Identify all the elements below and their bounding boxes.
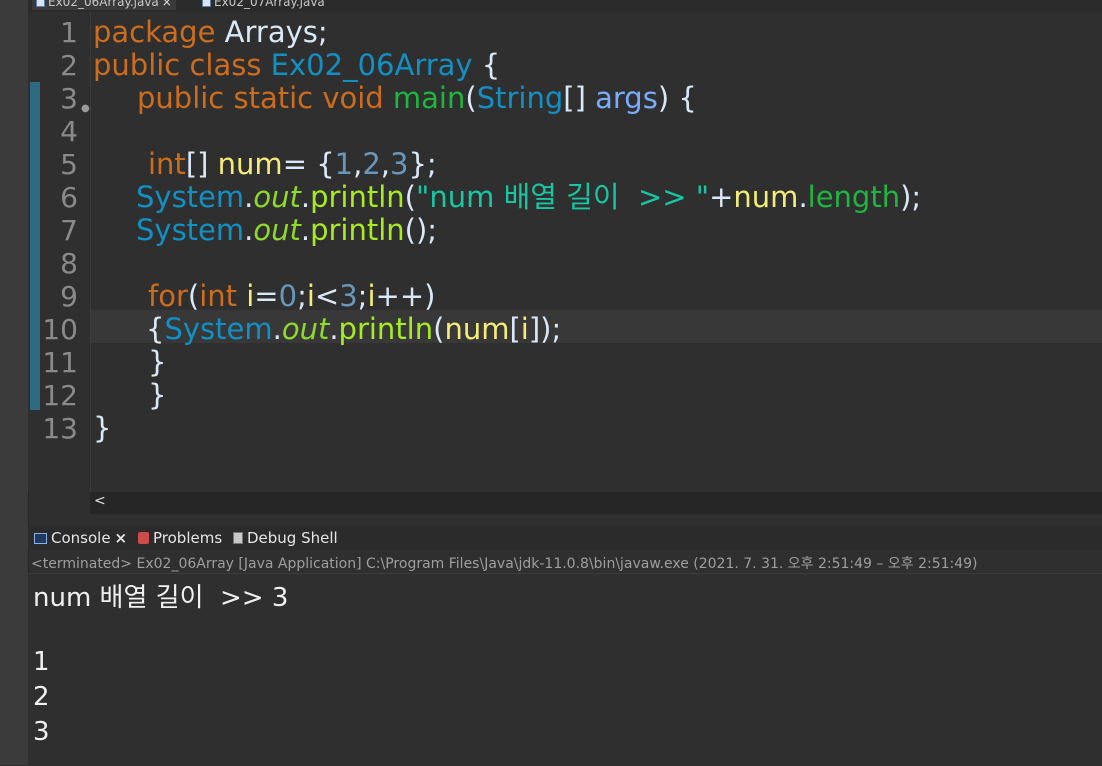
line-number: 10 — [42, 313, 78, 346]
code-editor[interactable]: 1 2 3 4 5 6 7 8 9 10 11 12 13 ● package … — [28, 12, 1102, 492]
line-number: 7 — [60, 214, 78, 247]
console-icon — [34, 532, 47, 544]
line-number-ruler: 1 2 3 4 5 6 7 8 9 10 11 12 13 ● — [28, 12, 91, 492]
console-output[interactable]: num 배열 길이 >> 3 1 2 3 — [28, 573, 1102, 766]
tab-debug-shell[interactable]: Debug Shell — [233, 526, 338, 550]
problems-icon — [138, 532, 149, 544]
code-line-3: public static void main(String[] args) { — [137, 81, 697, 115]
console-tab-bar: Console × Problems Debug Shell — [28, 526, 1102, 550]
console-status-line: <terminated> Ex02_06Array [Java Applicat… — [31, 556, 978, 572]
line-number: 9 — [60, 280, 78, 313]
code-line-2: public class Ex02_06Array { — [93, 48, 501, 82]
scroll-left-icon[interactable]: < — [94, 493, 106, 509]
code-line-12: } — [148, 378, 167, 412]
line-number: 13 — [42, 412, 78, 445]
debug-shell-icon — [233, 532, 243, 544]
line-number: 6 — [60, 181, 78, 214]
code-line-1: package Arrays; — [93, 15, 328, 49]
tab-console-label: Console — [51, 529, 111, 547]
close-icon[interactable]: × — [162, 0, 172, 9]
editor-tab-bar: Ex02_06Array.java × Ex02_07Array.java — [28, 0, 1102, 12]
console-output-line: 1 — [33, 647, 50, 677]
code-line-13: } — [93, 411, 112, 445]
close-icon[interactable]: × — [115, 529, 128, 547]
java-file-icon — [202, 0, 211, 7]
line-number: 8 — [60, 247, 78, 280]
line-number: 11 — [42, 346, 78, 379]
code-line-11: } — [148, 345, 167, 379]
horizontal-scrollbar[interactable]: < — [90, 492, 1102, 514]
fold-collapse-icon[interactable]: ● — [81, 103, 90, 114]
tab-problems-label: Problems — [153, 529, 223, 547]
console-output-line: 3 — [33, 717, 50, 747]
code-line-9: for(int i=0;i<3;i++) — [148, 279, 436, 313]
line-number: 1 — [60, 16, 78, 49]
line-number: 4 — [60, 115, 78, 148]
code-line-10: {System.out.println(num[i]); — [146, 312, 562, 346]
tab-label: Ex02_06Array.java — [48, 0, 159, 9]
tab-problems[interactable]: Problems — [138, 526, 222, 550]
line-number: 3 — [60, 82, 78, 115]
console-output-line: num 배열 길이 >> 3 — [33, 583, 289, 613]
tab-console[interactable]: Console × — [34, 526, 127, 550]
code-line-7: System.out.println(); — [136, 213, 438, 247]
line-number: 5 — [60, 148, 78, 181]
console-output-line: 2 — [33, 682, 50, 712]
code-line-6: System.out.println("num 배열 길이 >> "+num.l… — [136, 180, 922, 214]
line-number: 2 — [60, 49, 78, 82]
java-file-icon — [36, 0, 45, 7]
code-line-5: int[] num= {1,2,3}; — [148, 147, 437, 181]
tab-debug-shell-label: Debug Shell — [247, 529, 338, 547]
tab-ex02-07array[interactable]: Ex02_07Array.java — [198, 0, 329, 10]
tab-label: Ex02_07Array.java — [214, 0, 325, 9]
left-window-edge — [0, 0, 29, 765]
line-number: 12 — [42, 379, 78, 412]
tab-ex02-06array[interactable]: Ex02_06Array.java × — [32, 0, 176, 10]
